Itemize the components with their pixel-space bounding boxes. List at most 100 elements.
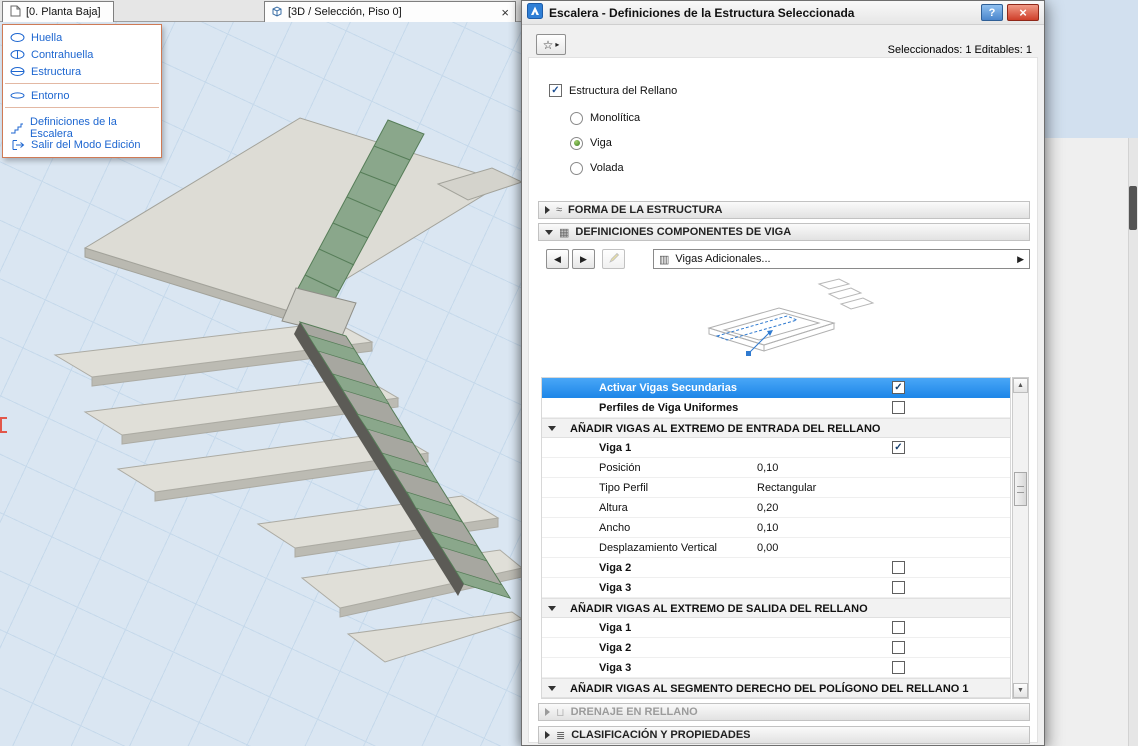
row-value[interactable]: 0,10 [757, 518, 778, 538]
radio-monolitica[interactable]: Monolítica [570, 111, 640, 125]
radio-icon[interactable] [570, 137, 583, 150]
menu-item-huella[interactable]: Huella [3, 29, 161, 46]
row-checkbox[interactable] [892, 581, 905, 594]
landing-structure-checkbox[interactable]: ✓ [549, 84, 562, 97]
menu-item-label: Huella [31, 32, 62, 44]
section-drenaje[interactable]: ⊔ DRENAJE EN RELLANO [538, 703, 1030, 721]
section-componentes-viga[interactable]: ▦ DEFINICIONES COMPONENTES DE VIGA [538, 223, 1030, 241]
table-scrollbar[interactable]: ▲ ▼ [1012, 377, 1029, 699]
section-clasificacion[interactable]: ≣ CLASIFICACIÓN Y PROPIEDADES [538, 726, 1030, 744]
group-expander-icon[interactable] [548, 686, 556, 691]
tab-3d-seleccion[interactable]: [3D / Selección, Piso 0] × [264, 1, 516, 22]
table-row[interactable]: Desplazamiento Vertical0,00 [542, 538, 1010, 558]
row-label: AÑADIR VIGAS AL SEGMENTO DERECHO DEL POL… [570, 679, 969, 699]
beam-profile-icon: ▥ [659, 253, 669, 266]
menu-item-label: Entorno [31, 90, 70, 102]
menu-item-definiciones-escalera[interactable]: Definiciones de la Escalera [3, 119, 161, 136]
section-label: DRENAJE EN RELLANO [571, 706, 698, 718]
menu-separator [5, 83, 159, 84]
row-checkbox[interactable] [892, 641, 905, 654]
table-row[interactable]: Posición 0,10 [542, 458, 1010, 478]
row-checkbox[interactable] [892, 401, 905, 414]
beam-set-dropdown[interactable]: ▥ Vigas Adicionales... ▶ [653, 249, 1030, 269]
menu-item-label: Estructura [31, 66, 81, 78]
scroll-down-button[interactable]: ▼ [1013, 683, 1028, 698]
expander-collapsed-icon [545, 708, 550, 716]
tab-label: [0. Planta Baja] [26, 6, 101, 18]
radio-viga[interactable]: Viga [570, 136, 612, 150]
app-window: [0. Planta Baja] [3D / Selección, Piso 0… [0, 0, 1138, 746]
close-button[interactable]: × [1007, 4, 1039, 21]
scrollbar-thumb[interactable] [1014, 472, 1027, 506]
menu-item-entorno[interactable]: Entorno [3, 87, 161, 104]
row-value[interactable]: 0,10 [757, 458, 778, 478]
stair-edit-menu: Huella Contrahuella Estructura Entorno D… [2, 24, 162, 158]
next-arrow-icon: ▶ [580, 254, 587, 265]
table-group-row[interactable]: AÑADIR VIGAS AL EXTREMO DE ENTRADA DEL R… [542, 418, 1010, 438]
beam-preview [538, 277, 1030, 373]
table-row[interactable]: Perfiles de Viga Uniformes [542, 398, 1010, 418]
table-row[interactable]: Viga 3 [542, 658, 1010, 678]
row-checkbox[interactable] [892, 661, 905, 674]
landing-structure-row[interactable]: ✓ Estructura del Rellano [549, 84, 677, 97]
help-button[interactable]: ? [981, 4, 1003, 21]
row-label: Posición [599, 458, 641, 478]
edit-plane-marker [0, 417, 7, 433]
menu-item-contrahuella[interactable]: Contrahuella [3, 46, 161, 63]
table-row[interactable]: Activar Vigas Secundarias✓ [542, 378, 1010, 398]
table-group-row[interactable]: AÑADIR VIGAS AL EXTREMO DE SALIDA DEL RE… [542, 598, 1010, 618]
menu-item-label: Definiciones de la Escalera [30, 116, 155, 140]
next-beam-button[interactable]: ▶ [572, 249, 595, 269]
section-label: DEFINICIONES COMPONENTES DE VIGA [575, 226, 791, 238]
dropdown-arrow-icon[interactable]: ▶ [1017, 254, 1024, 265]
radio-volada[interactable]: Volada [570, 161, 624, 175]
row-label: Viga 2 [599, 638, 631, 658]
menu-item-salir-modo-edicion[interactable]: Salir del Modo Edición [3, 136, 161, 153]
environment-icon [9, 90, 26, 101]
radio-icon[interactable] [570, 112, 583, 125]
table-row[interactable]: Viga 3 [542, 578, 1010, 598]
viewport-3d[interactable]: [0. Planta Baja] [3D / Selección, Piso 0… [0, 0, 522, 746]
radio-label: Viga [590, 137, 612, 149]
row-value[interactable]: 0,20 [757, 498, 778, 518]
row-checkbox[interactable]: ✓ [892, 441, 905, 454]
prev-beam-button[interactable]: ◀ [546, 249, 569, 269]
flyout-arrow-icon: ▸ [555, 40, 559, 49]
table-row[interactable]: Tipo PerfilRectangular [542, 478, 1010, 498]
check-icon: ✓ [551, 85, 559, 96]
row-checkbox[interactable] [892, 621, 905, 634]
table-row[interactable]: Viga 2 [542, 558, 1010, 578]
side-scrollbar-thumb[interactable] [1129, 186, 1137, 230]
menu-item-estructura[interactable]: Estructura [3, 63, 161, 80]
table-row[interactable]: Altura0,20 [542, 498, 1010, 518]
table-row[interactable]: Ancho 0,10 [542, 518, 1010, 538]
beam-set-dropdown-label: Vigas Adicionales... [675, 253, 770, 265]
table-group-row[interactable]: AÑADIR VIGAS AL SEGMENTO DERECHO DEL POL… [542, 678, 1010, 698]
selection-status: Seleccionados: 1 Editables: 1 [888, 44, 1032, 56]
menu-item-label: Salir del Modo Edición [31, 139, 140, 151]
tab-planta-baja[interactable]: [0. Planta Baja] [2, 1, 114, 22]
section-shape-icon: ≈ [556, 204, 562, 216]
row-label: Ancho [599, 518, 630, 538]
section-classification-icon: ≣ [556, 729, 565, 742]
section-label: CLASIFICACIÓN Y PROPIEDADES [571, 729, 750, 741]
favorites-button[interactable]: ☆ ▸ [536, 34, 566, 55]
dialog-titlebar[interactable]: Escalera - Definiciones de la Estructura… [522, 1, 1044, 25]
row-value[interactable]: 0,00 [757, 538, 778, 558]
scroll-up-button[interactable]: ▲ [1013, 378, 1028, 393]
group-expander-icon[interactable] [548, 426, 556, 431]
edit-beam-button[interactable] [602, 249, 625, 269]
structure-icon [9, 66, 26, 77]
row-checkbox[interactable] [892, 561, 905, 574]
table-row[interactable]: Viga 1 [542, 618, 1010, 638]
table-row[interactable]: Viga 1✓ [542, 438, 1010, 458]
group-expander-icon[interactable] [548, 606, 556, 611]
tab-close-icon[interactable]: × [501, 6, 509, 19]
section-forma-estructura[interactable]: ≈ FORMA DE LA ESTRUCTURA [538, 201, 1030, 219]
table-row[interactable]: Viga 2 [542, 638, 1010, 658]
row-value[interactable]: Rectangular [757, 478, 816, 498]
tread-icon [9, 32, 26, 43]
radio-icon[interactable] [570, 162, 583, 175]
row-checkbox[interactable]: ✓ [892, 381, 905, 394]
row-label: AÑADIR VIGAS AL EXTREMO DE ENTRADA DEL R… [570, 419, 880, 439]
